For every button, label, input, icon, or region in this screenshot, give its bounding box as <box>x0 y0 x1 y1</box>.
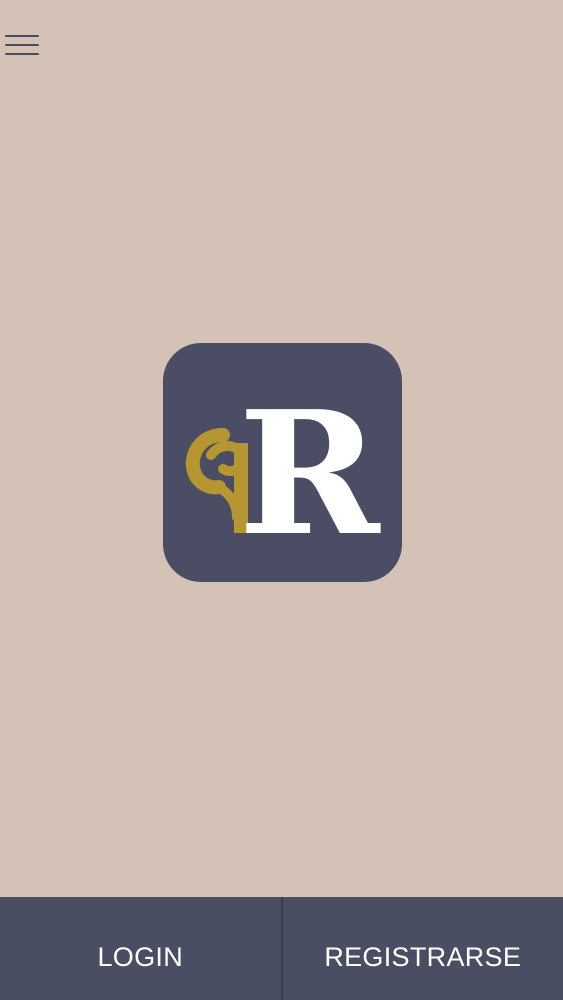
menu-bar-top <box>5 35 39 37</box>
app-screen: R LOGIN REGISTRARSE <box>0 0 563 1000</box>
register-button[interactable]: REGISTRARSE <box>283 897 563 1000</box>
logo-letter: R <box>238 374 381 574</box>
app-logo: R <box>163 343 402 582</box>
menu-bar-middle <box>5 44 39 46</box>
bottom-action-bar: LOGIN REGISTRARSE <box>0 897 563 1000</box>
login-button[interactable]: LOGIN <box>0 897 281 1000</box>
hamburger-menu-icon[interactable] <box>2 30 42 62</box>
menu-bar-bottom <box>5 53 39 55</box>
